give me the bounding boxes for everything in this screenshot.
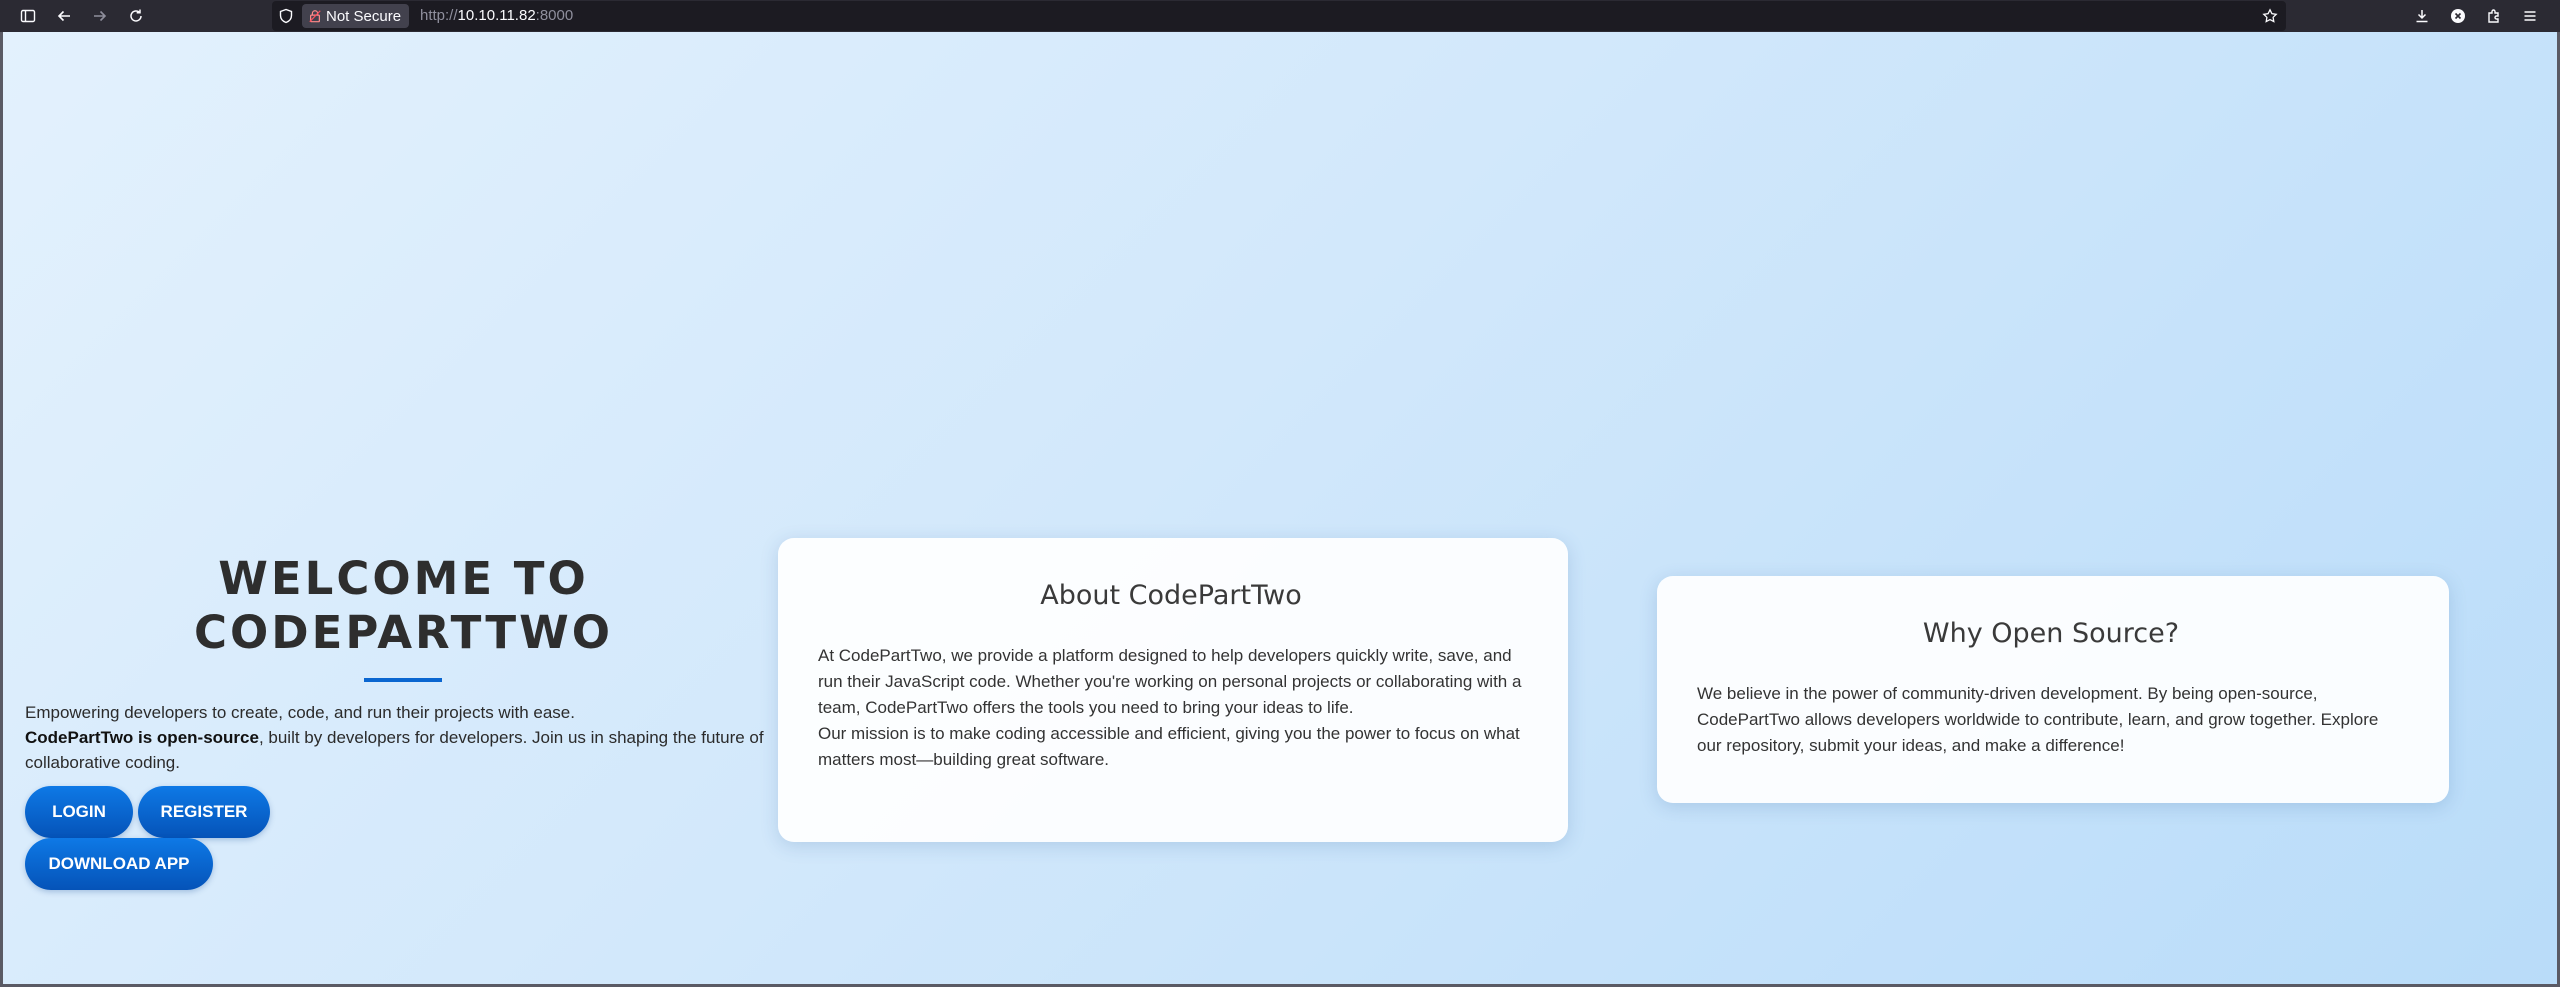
title-underline bbox=[364, 678, 442, 682]
shield-icon[interactable] bbox=[278, 8, 294, 24]
star-icon[interactable] bbox=[2262, 8, 2278, 24]
download-app-button[interactable]: DOWNLOAD APP bbox=[25, 838, 213, 890]
hero-description: Empowering developers to create, code, a… bbox=[25, 700, 785, 775]
hero-line-2-bold: CodePartTwo is open-source bbox=[25, 728, 259, 747]
browser-toolbar: Not Secure http://10.10.11.82:8000 bbox=[0, 0, 2560, 32]
download-icon[interactable] bbox=[2410, 4, 2434, 28]
why-paragraph: We believe in the power of community-dri… bbox=[1697, 684, 2379, 755]
register-button[interactable]: REGISTER bbox=[138, 786, 270, 838]
about-card: About CodePartTwo At CodePartTwo, we pro… bbox=[778, 538, 1568, 842]
url-port: :8000 bbox=[535, 7, 574, 24]
about-paragraph-1: At CodePartTwo, we provide a platform de… bbox=[818, 646, 1522, 717]
auth-buttons: LOGIN REGISTER bbox=[25, 786, 785, 838]
sidebar-icon[interactable] bbox=[16, 4, 40, 28]
hero-line-1: Empowering developers to create, code, a… bbox=[25, 703, 575, 722]
page-viewport: WELCOME TO CODEPARTTWO Empowering develo… bbox=[3, 32, 2557, 984]
reload-icon[interactable] bbox=[124, 4, 148, 28]
url-text[interactable]: http://10.10.11.82:8000 bbox=[420, 7, 573, 25]
lock-warning-icon bbox=[309, 10, 321, 23]
about-paragraph-2: Our mission is to make coding accessible… bbox=[818, 724, 1520, 769]
why-open-source-card: Why Open Source? We believe in the power… bbox=[1657, 576, 2449, 803]
url-bar[interactable]: Not Secure http://10.10.11.82:8000 bbox=[272, 1, 2286, 31]
menu-icon[interactable] bbox=[2518, 4, 2542, 28]
url-scheme: http:// bbox=[420, 7, 458, 24]
security-label: Not Secure bbox=[326, 7, 402, 25]
forward-icon[interactable] bbox=[88, 4, 112, 28]
why-title: Why Open Source? bbox=[1922, 618, 2180, 649]
puzzle-icon[interactable] bbox=[2482, 4, 2506, 28]
security-indicator[interactable]: Not Secure bbox=[302, 4, 410, 28]
page-title: WELCOME TO CODEPARTTWO bbox=[194, 552, 613, 659]
back-icon[interactable] bbox=[52, 4, 76, 28]
about-title: About CodePartTwo bbox=[1040, 580, 1302, 611]
extension-icon[interactable] bbox=[2446, 4, 2470, 28]
hero-line-2: CodePartTwo is open-source, built by dev… bbox=[25, 725, 785, 775]
download-row: DOWNLOAD APP bbox=[25, 838, 785, 890]
url-host: 10.10.11.82 bbox=[457, 7, 536, 24]
hero-section: WELCOME TO CODEPARTTWO Empowering develo… bbox=[25, 552, 785, 890]
login-button[interactable]: LOGIN bbox=[25, 786, 133, 838]
